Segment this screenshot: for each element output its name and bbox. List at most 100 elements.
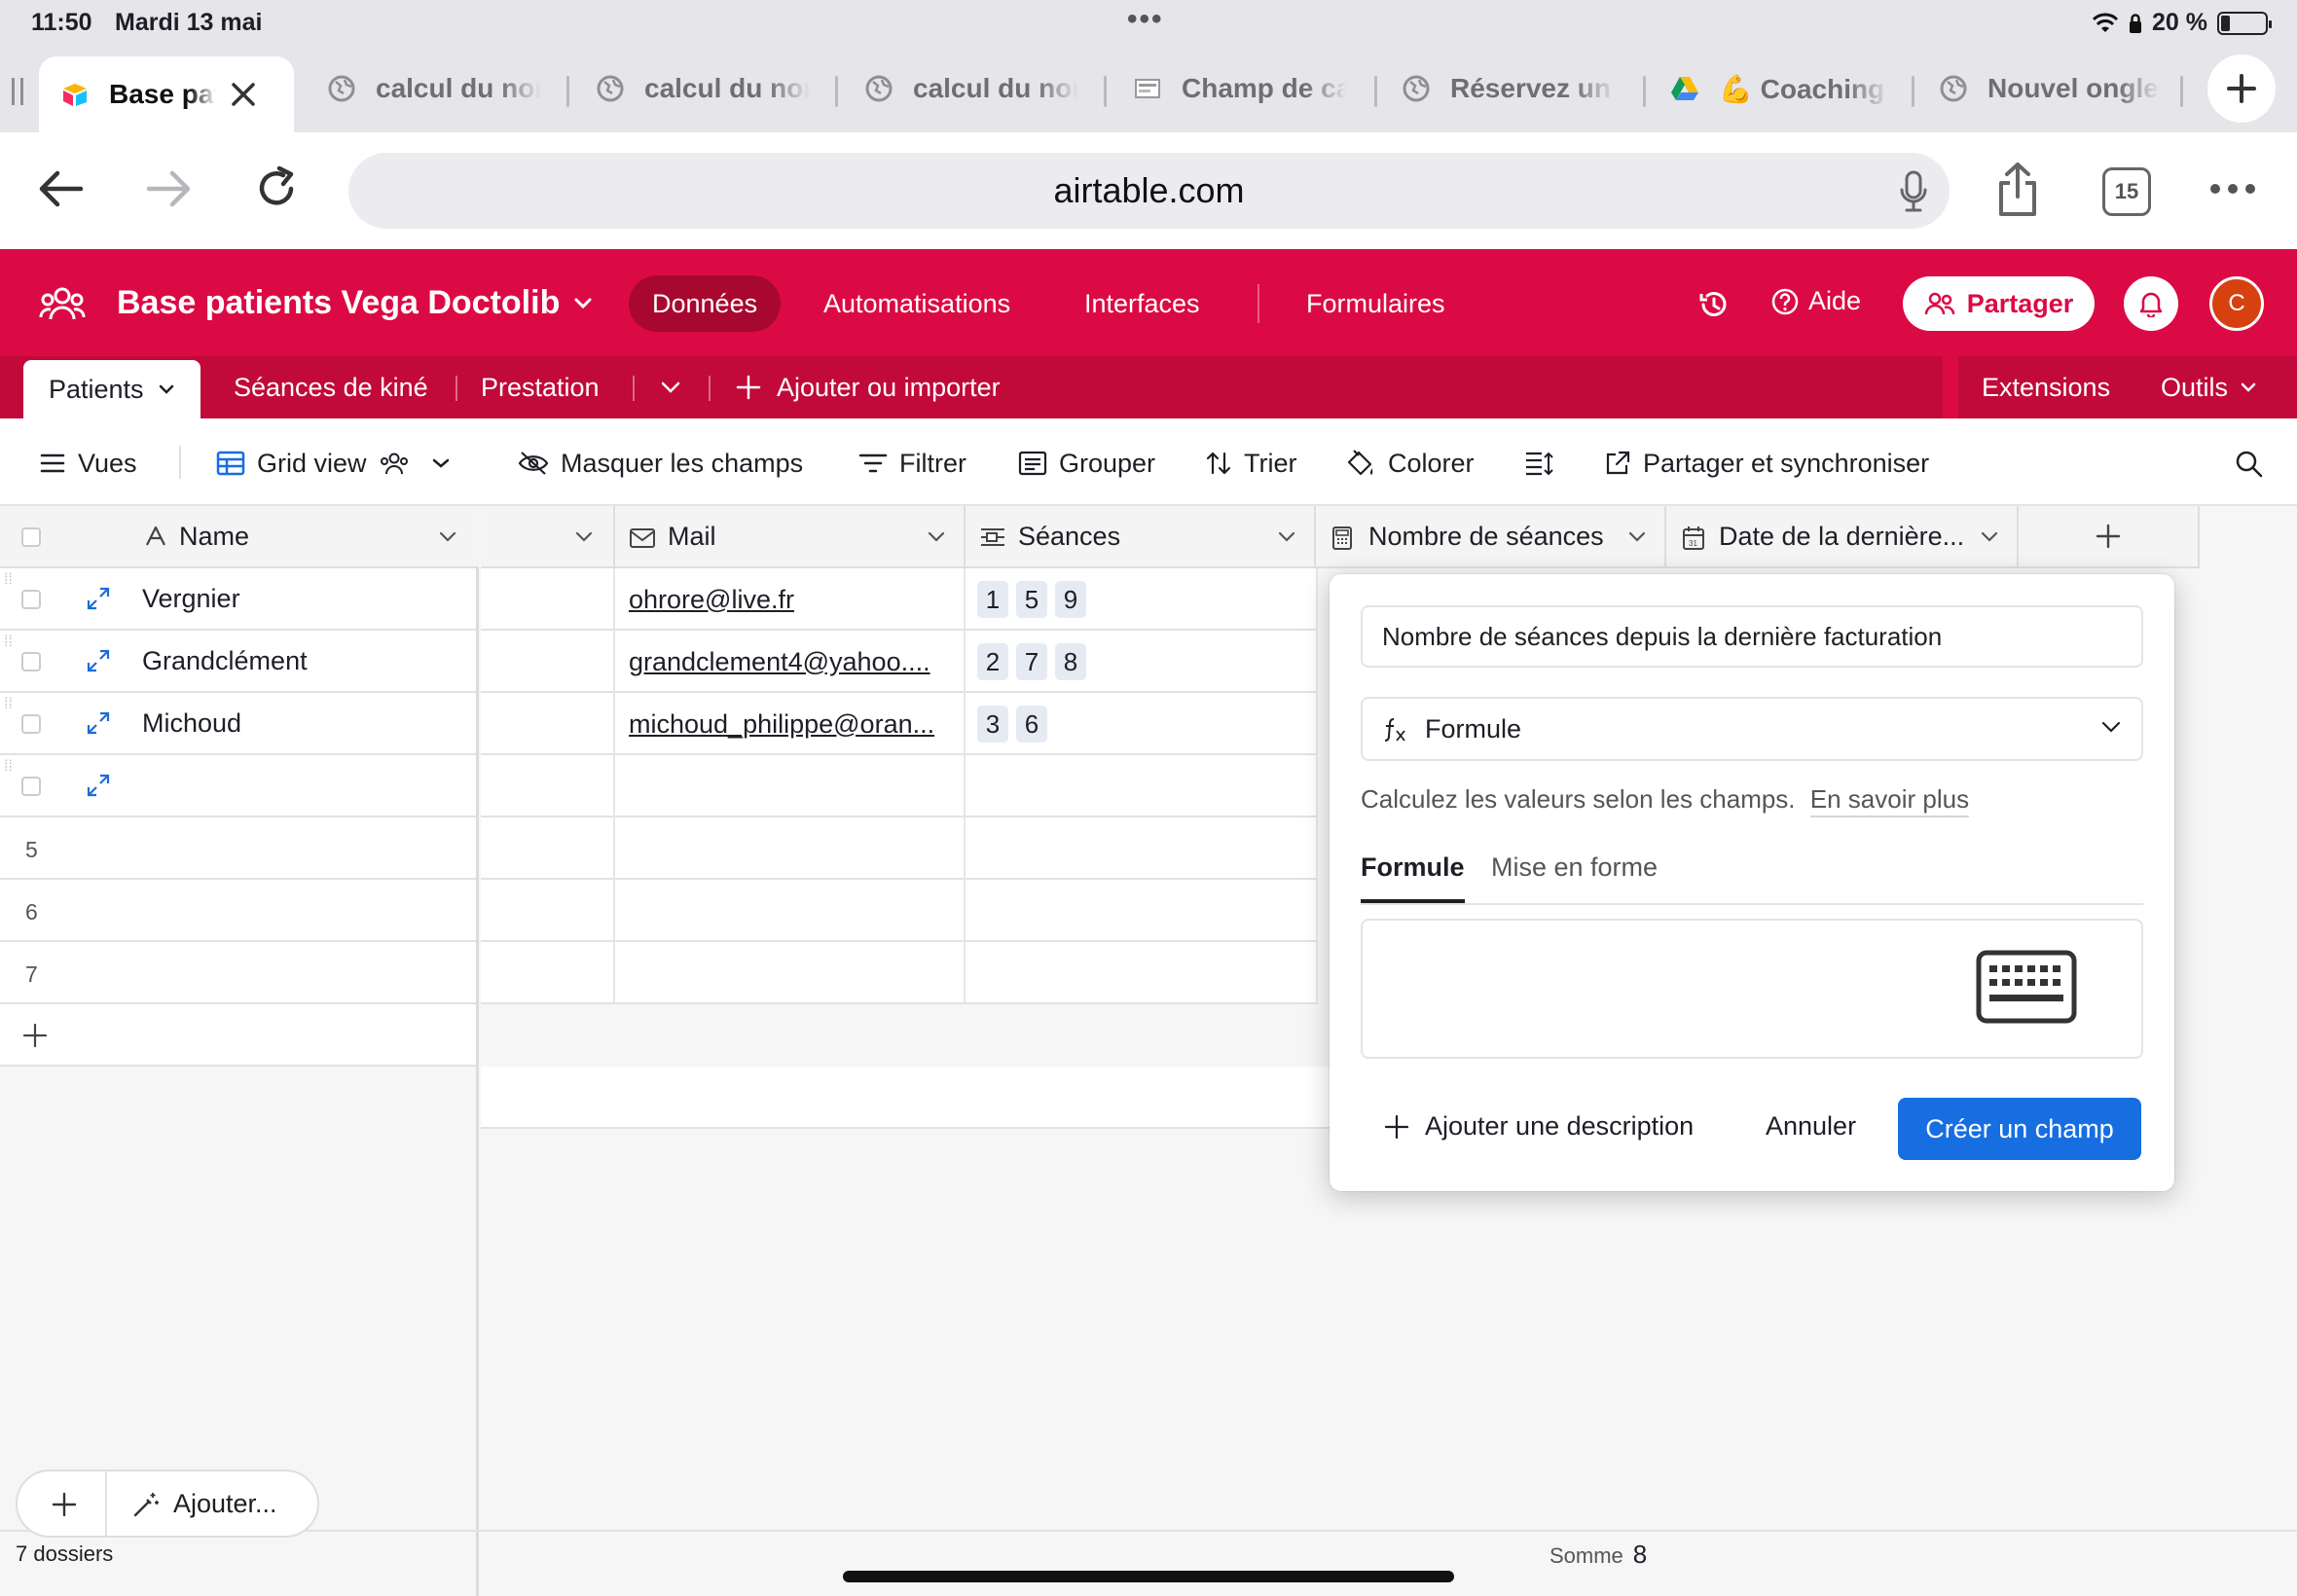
browser-tab[interactable]: 💪 Coaching [1670,56,1892,121]
record-chip[interactable]: 2 [977,643,1008,680]
name-cell[interactable]: Vergnier [142,584,240,614]
color-button[interactable]: Colorer [1345,442,1475,485]
tab-prestation[interactable]: Prestation [481,356,600,418]
notifications-button[interactable] [2124,276,2178,331]
seances-column-header[interactable]: Séances [966,506,1316,568]
tab-overview-button[interactable]: 15 [2102,167,2151,216]
table-row[interactable]: ⁞⁞ [0,755,476,817]
add-row[interactable] [0,1004,476,1067]
expand-icon[interactable] [86,773,111,798]
share-button[interactable]: Partager [1903,276,2095,331]
new-tab-button[interactable] [2207,54,2276,123]
row-height-button[interactable] [1524,442,1553,485]
add-or-import-button[interactable]: Ajouter ou importer [736,356,1001,418]
record-chip[interactable]: 9 [1055,581,1086,618]
table-row[interactable] [481,755,1318,817]
mail-cell[interactable]: ohrore@live.fr [615,568,966,631]
nav-donnees[interactable]: Données [629,275,782,332]
table-row[interactable]: 5 [0,817,476,880]
learn-more-link[interactable]: En savoir plus [1809,784,1970,817]
browser-tab[interactable]: Réservez un [1402,56,1618,121]
table-row[interactable]: grandclement4@yahoo.... 2 7 8 [481,631,1318,693]
column-summary[interactable]: Somme 8 [1550,1540,1647,1570]
hidden-cell[interactable] [481,693,615,755]
microphone-icon[interactable] [1899,170,1928,213]
expand-icon[interactable] [86,648,111,673]
mail-cell[interactable] [615,942,966,1004]
home-indicator[interactable] [843,1571,1454,1582]
url-field[interactable]: airtable.com [348,153,1950,229]
share-icon[interactable] [1995,162,2040,218]
table-row[interactable]: ⁞⁞ Grandclément [0,631,476,693]
record-chip[interactable]: 5 [1016,581,1047,618]
drag-handle-icon[interactable]: ⁞⁞ [4,759,13,775]
browser-tab[interactable]: Nouvel onglet [1939,56,2161,121]
name-cell[interactable]: Michoud [142,708,241,739]
field-type-select[interactable]: Formule [1361,697,2143,761]
more-tables-chevron-icon[interactable] [660,356,681,418]
grid-view-button[interactable]: Grid view [216,442,451,485]
share-sync-button[interactable]: Partager et synchroniser [1604,442,1929,485]
chevron-down-icon[interactable] [438,531,457,543]
hidden-cell[interactable] [481,755,615,817]
forward-button[interactable] [142,162,197,216]
multitasking-dots-icon[interactable]: ••• [1127,3,1164,36]
extensions-button[interactable]: Extensions [1982,356,2110,418]
group-button[interactable]: Grouper [1018,442,1155,485]
add-field-button[interactable] [2019,506,2200,568]
more-icon[interactable] [2209,183,2256,195]
record-chip[interactable]: 8 [1055,643,1086,680]
chevron-down-icon[interactable] [1277,531,1296,543]
hidden-cell[interactable] [481,568,615,631]
hidden-cell[interactable] [481,880,615,942]
mail-link[interactable]: michoud_philippe@oran... [629,709,934,740]
formula-editor[interactable] [1361,919,2143,1059]
browser-tab-active[interactable]: Base patients Vega Doctolib [39,56,294,132]
record-chip[interactable]: 1 [977,581,1008,618]
sort-button[interactable]: Trier [1205,442,1297,485]
tab-mise-en-forme[interactable]: Mise en forme [1491,852,1658,903]
browser-tab[interactable]: calcul du nombre [327,56,541,121]
ai-add-button[interactable]: Ajouter... [132,1489,277,1519]
select-all-checkbox[interactable] [21,527,41,547]
tab-formule[interactable]: Formule [1361,852,1465,903]
keyboard-icon[interactable] [1976,950,2077,1024]
seances-cell[interactable]: 1 5 9 [966,568,1318,631]
views-button[interactable]: Vues [39,442,137,485]
record-chip[interactable]: 6 [1016,706,1047,743]
hidden-cell[interactable] [481,942,615,1004]
help-button[interactable]: Aide [1771,286,1861,316]
nombre-seances-column-header[interactable]: Nombre de séances [1316,506,1666,568]
reload-button[interactable] [249,162,304,216]
sidebar-toggle-icon[interactable] [10,76,27,107]
mail-cell[interactable]: michoud_philippe@oran... [615,693,966,755]
record-chip[interactable]: 3 [977,706,1008,743]
table-row[interactable] [481,817,1318,880]
row-checkbox[interactable] [21,652,41,671]
seances-cell[interactable]: 3 6 [966,693,1318,755]
add-row-strip[interactable] [481,1067,1330,1129]
mail-link[interactable]: ohrore@live.fr [629,585,794,615]
add-description-button[interactable]: Ajouter une description [1384,1111,1694,1142]
seances-cell[interactable] [966,880,1318,942]
avatar[interactable]: C [2209,276,2264,331]
seances-cell[interactable]: 2 7 8 [966,631,1318,693]
hidden-cell[interactable] [481,817,615,880]
close-tab-icon[interactable] [230,81,257,108]
mail-cell[interactable] [615,755,966,817]
browser-tab[interactable]: calcul du nombre [596,56,810,121]
table-row[interactable] [481,942,1318,1004]
chevron-down-icon[interactable] [574,531,594,543]
browser-tab[interactable]: calcul du nombre [864,56,1078,121]
seances-cell[interactable] [966,942,1318,1004]
table-row[interactable]: 7 [0,942,476,1004]
hidden-cell[interactable] [481,631,615,693]
browser-tab[interactable]: Champ de calcul [1133,56,1349,121]
row-checkbox[interactable] [21,714,41,734]
create-field-button[interactable]: Créer un champ [1898,1098,2141,1160]
field-name-input[interactable]: Nombre de séances depuis la dernière fac… [1361,605,2143,668]
table-row[interactable]: ⁞⁞ Vergnier [0,568,476,631]
search-icon[interactable] [2235,450,2264,479]
chevron-down-icon[interactable] [927,531,946,543]
tab-patients[interactable]: Patients [23,360,201,418]
